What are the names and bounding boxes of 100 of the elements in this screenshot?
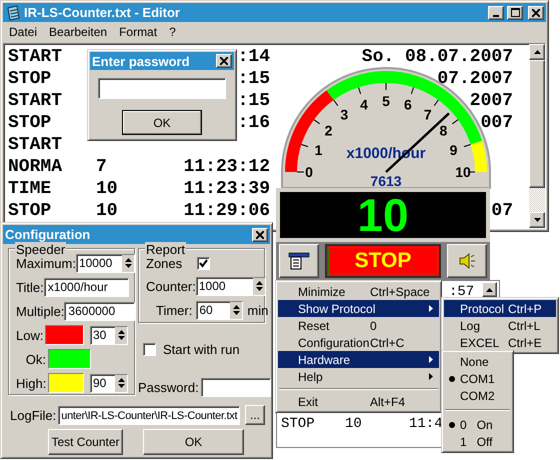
text-line: 7: [96, 157, 107, 177]
scale-label: 8: [440, 122, 448, 138]
close-button[interactable]: [252, 228, 268, 242]
submenu-arrow-icon: [429, 305, 433, 312]
scale-label: 5: [382, 93, 390, 109]
field-label: Counter:: [146, 278, 196, 294]
spin-buttons[interactable]: [115, 326, 128, 344]
radio-dot-icon: [449, 422, 455, 428]
text-field[interactable]: 3600000: [64, 302, 136, 320]
menu-item[interactable]: Protocol Ctrl+P: [444, 300, 556, 317]
menu-item[interactable]: Show Protocol: [278, 300, 439, 317]
scale-label: 9: [450, 142, 458, 158]
menu-item[interactable]: Exit Alt+F4: [278, 393, 439, 410]
text-line: TIME: [8, 179, 52, 199]
scale-label: 0: [305, 164, 313, 180]
field-label: Ok:: [24, 352, 46, 366]
text-line: STOP: [281, 416, 316, 432]
checkbox-label: Zones: [146, 256, 182, 270]
menu-item[interactable]: ConfigurationCtrl+C: [278, 334, 439, 351]
radio-dot-icon: [449, 376, 455, 382]
group-title: Report: [145, 242, 186, 257]
up-arrow-icon: [534, 50, 540, 54]
spin-buttons[interactable]: [115, 374, 128, 392]
window-title: Configuration: [5, 227, 92, 242]
text-line: 007: [480, 113, 513, 133]
menu-item[interactable]: 1 Off: [444, 433, 511, 450]
sound-button[interactable]: [447, 244, 487, 278]
number-field[interactable]: 30: [90, 326, 115, 344]
text-line: :16: [238, 113, 270, 133]
dialog-button[interactable]: OK: [143, 429, 244, 455]
menu-item[interactable]: Log Ctrl+L: [444, 317, 556, 334]
scale-label: 1: [314, 142, 322, 158]
close-icon: [256, 230, 264, 238]
menu-item[interactable]: Hardware: [278, 351, 439, 368]
scroll-down-button[interactable]: [529, 212, 545, 228]
text-line: START: [8, 91, 62, 111]
scale-label: 4: [360, 96, 368, 112]
number-field[interactable]: 60: [196, 300, 230, 320]
text-line: :15: [238, 69, 270, 89]
color-swatch[interactable]: [45, 325, 84, 345]
password-field[interactable]: [200, 378, 271, 396]
text-line: 2007: [470, 91, 513, 111]
text-line: 11:4: [409, 416, 443, 432]
speaker-icon: [458, 253, 476, 269]
browse-button[interactable]: ...: [245, 405, 265, 425]
text-line: START: [8, 135, 62, 155]
menu-item[interactable]: Help: [278, 368, 439, 385]
group-title: Speeder: [15, 242, 66, 257]
menu-item[interactable]: COM1: [444, 370, 511, 387]
text-line: :57: [449, 284, 474, 300]
spin-buttons[interactable]: [252, 276, 266, 296]
number-field[interactable]: 10000: [76, 254, 122, 272]
maximize-icon: [510, 8, 520, 17]
dialog-button[interactable]: Test Counter: [48, 429, 123, 455]
checkbox[interactable]: [143, 342, 156, 356]
text-line: :15: [238, 91, 270, 111]
text-field[interactable]: unter\IR-LS-Counter\IR-LS-Counter.txt: [58, 406, 240, 424]
minimize-button[interactable]: [488, 6, 504, 20]
menu-item[interactable]: Datei: [3, 25, 44, 39]
close-button[interactable]: [216, 54, 232, 68]
spin-buttons[interactable]: [230, 300, 244, 320]
number-field[interactable]: 1000: [196, 276, 253, 296]
menu-item[interactable]: Reset 0: [278, 317, 439, 334]
number-field[interactable]: 90: [90, 374, 115, 392]
text-line: 10: [345, 416, 363, 432]
color-swatch[interactable]: [48, 349, 91, 369]
list-window-icon: [288, 252, 310, 270]
menu-item[interactable]: ?: [163, 25, 182, 39]
menu-item[interactable]: EXCEL Ctrl+E: [444, 334, 556, 351]
color-swatch[interactable]: [48, 373, 84, 393]
unit-label: min: [247, 302, 268, 318]
menu-item[interactable]: None: [444, 353, 511, 370]
text-line: STOP: [8, 69, 52, 89]
scroll-up-button[interactable]: [529, 44, 545, 60]
protocol-button[interactable]: [279, 244, 319, 278]
text-field[interactable]: x1000/hour: [44, 278, 129, 296]
submenu-arrow-icon: [429, 356, 433, 363]
menu-item[interactable]: Minimize Ctrl+Space: [278, 283, 439, 300]
close-button[interactable]: [528, 6, 544, 20]
menu-item[interactable]: COM2: [444, 387, 511, 404]
checkbox-label: Start with run: [163, 342, 240, 356]
field-label: LogFile:: [10, 408, 56, 422]
field-label: Low:: [16, 328, 44, 342]
password-field[interactable]: [98, 78, 226, 99]
checkbox[interactable]: [197, 256, 210, 270]
scroll-up-button[interactable]: [482, 282, 497, 297]
menu-item[interactable]: Bearbeiten: [43, 25, 114, 39]
text-line: 11:23:39: [184, 179, 270, 199]
spin-buttons[interactable]: [122, 254, 135, 272]
menu-item[interactable]: Format: [113, 25, 164, 39]
minimize-icon: [493, 14, 499, 16]
scrollbar-thumb[interactable]: [529, 60, 545, 188]
text-line: STOP: [8, 201, 52, 221]
ok-button[interactable]: OK: [122, 110, 202, 135]
text-line: STOP: [8, 113, 52, 133]
scale-label: 10: [455, 164, 471, 180]
stop-button[interactable]: STOP: [325, 244, 441, 278]
submenu-arrow-icon: [429, 373, 433, 380]
menu-item[interactable]: 0 On: [444, 416, 511, 433]
maximize-button[interactable]: [507, 6, 523, 20]
